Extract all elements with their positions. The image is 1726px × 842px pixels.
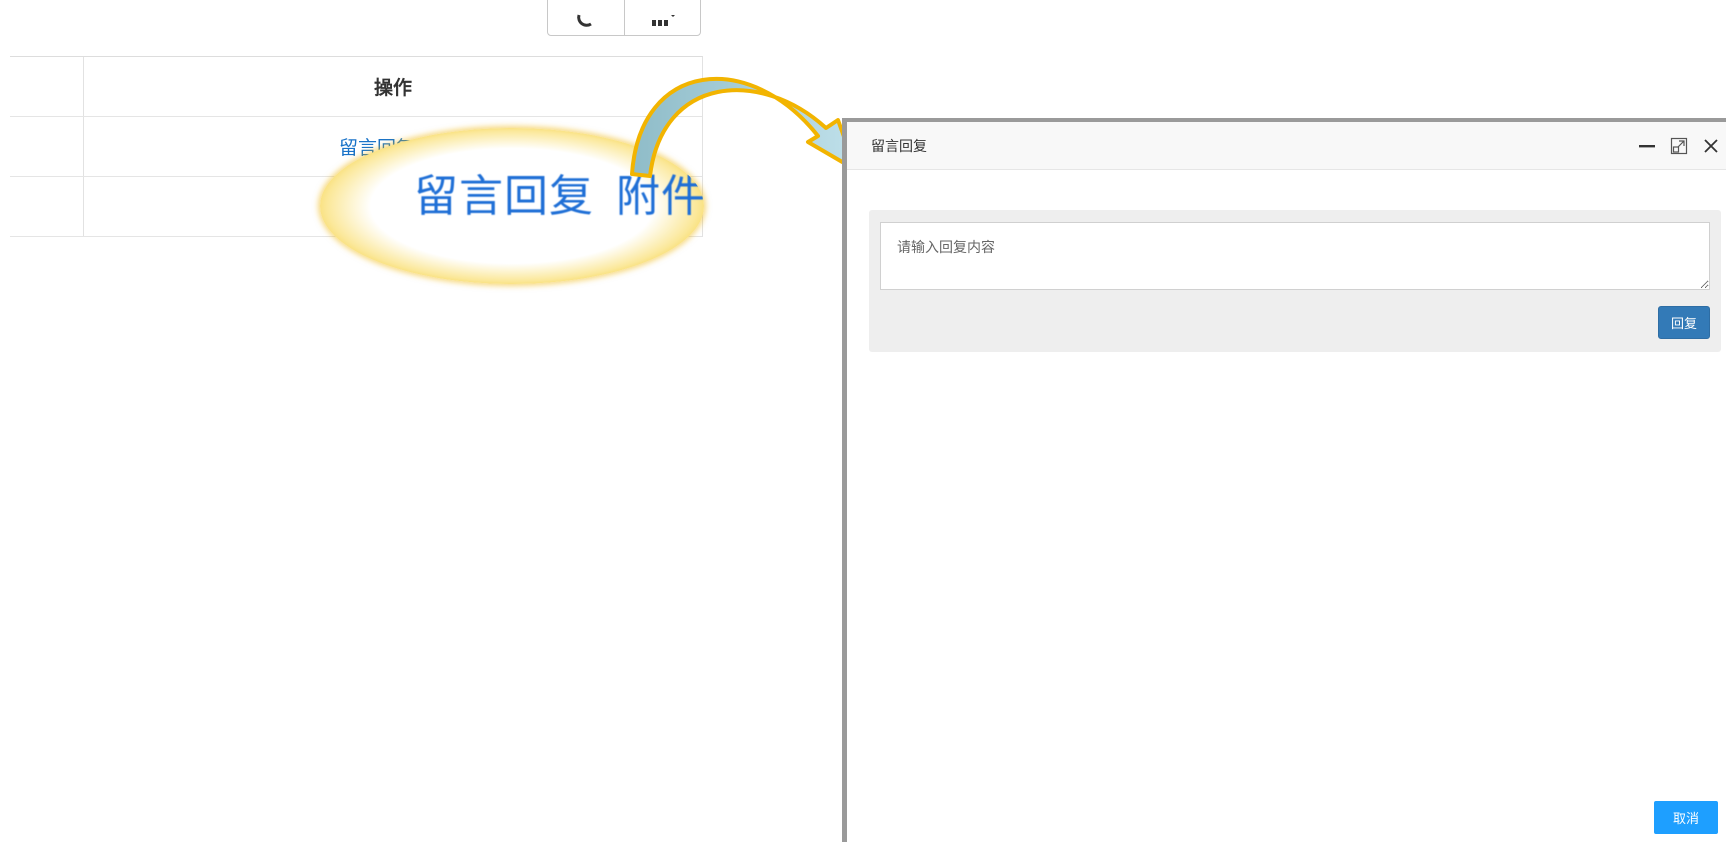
table-cell: [10, 117, 84, 176]
refresh-icon: [576, 13, 596, 27]
table-toolbar: [547, 0, 701, 36]
maximize-icon[interactable]: [1670, 137, 1688, 155]
table-header-row: 操作: [10, 57, 702, 117]
table-header-cell: [10, 57, 84, 116]
close-icon[interactable]: [1702, 137, 1720, 155]
reply-content-textarea[interactable]: [880, 222, 1710, 290]
cancel-button[interactable]: 取消: [1654, 801, 1718, 834]
dialog-header: 留言回复: [847, 122, 1726, 170]
table-cell: [10, 177, 84, 236]
reply-panel: 回复: [869, 210, 1721, 352]
magnified-reply-link: 留言回复: [414, 171, 594, 222]
columns-button[interactable]: [623, 0, 701, 35]
reply-dialog: 留言回复 回复 取消: [842, 118, 1726, 842]
columns-icon: [649, 13, 676, 27]
screenshot-stage: 操作 留言回复 附件 操 留言 留言回复附件: [0, 0, 1726, 842]
dialog-title: 留言回复: [871, 138, 927, 155]
reply-button[interactable]: 回复: [1658, 306, 1710, 339]
minimize-icon[interactable]: [1638, 137, 1656, 155]
refresh-button[interactable]: [548, 0, 624, 35]
dialog-controls: [1638, 137, 1726, 155]
callout-arrow: [630, 77, 858, 178]
